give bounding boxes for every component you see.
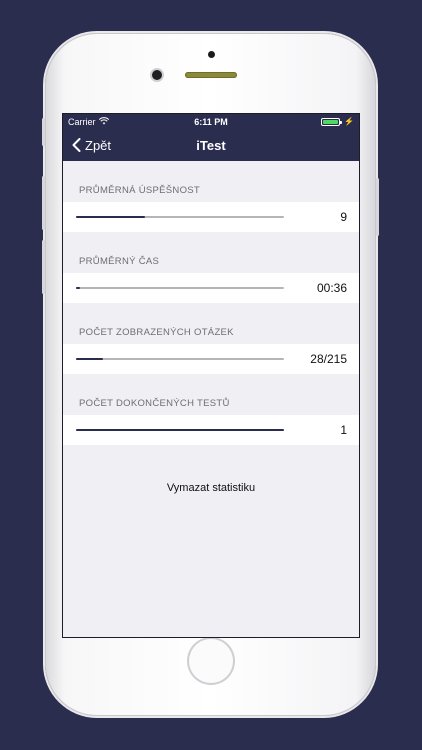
proximity-sensor (208, 51, 215, 58)
clear-statistics-button[interactable]: Vymazat statistiku (63, 482, 359, 494)
power-button (376, 178, 379, 236)
stat-value: 28/215 (310, 352, 347, 366)
section-header: POČET DOKONČENÝCH TESTŮ (79, 398, 230, 409)
progress-fill (76, 216, 145, 218)
stat-value: 9 (340, 210, 347, 224)
status-bar: Carrier 6:11 PM ⚡ (63, 114, 359, 129)
stat-row: 9 (63, 202, 359, 232)
stats-list: PRŮMĚRNÁ ÚSPĚŠNOST 9 PRŮMĚRNÝ ČAS 00:36 … (63, 161, 359, 445)
volume-up-button (42, 176, 45, 230)
stat-section: POČET ZOBRAZENÝCH OTÁZEK 28/215 (63, 303, 359, 374)
progress-fill (76, 358, 104, 360)
progress-bar (76, 216, 284, 218)
wifi-icon (98, 116, 109, 127)
stat-section: PRŮMĚRNÁ ÚSPĚŠNOST 9 (63, 161, 359, 232)
section-header: PRŮMĚRNÁ ÚSPĚŠNOST (79, 185, 201, 196)
progress-bar (76, 429, 284, 431)
battery-icon (321, 117, 343, 126)
progress-bar (76, 358, 284, 360)
front-camera (152, 70, 162, 80)
app-screen: Carrier 6:11 PM ⚡ Zpět iTest PRŮMĚRNÁ ÚS… (63, 114, 359, 637)
stat-row: 00:36 (63, 273, 359, 303)
stat-row: 28/215 (63, 344, 359, 374)
earpiece-speaker (185, 72, 237, 78)
section-header: PRŮMĚRNÝ ČAS (79, 256, 160, 267)
back-label: Zpět (85, 137, 112, 153)
chevron-left-icon (72, 138, 81, 152)
stat-section: PRŮMĚRNÝ ČAS 00:36 (63, 232, 359, 303)
home-button[interactable] (187, 637, 235, 685)
stat-value: 1 (340, 423, 347, 437)
stat-section: POČET DOKONČENÝCH TESTŮ 1 (63, 374, 359, 445)
stat-row: 1 (63, 415, 359, 445)
navigation-bar: Zpět iTest (63, 129, 359, 161)
volume-down-button (42, 240, 45, 294)
section-header: POČET ZOBRAZENÝCH OTÁZEK (79, 327, 234, 338)
mute-switch (42, 118, 45, 146)
progress-bar (76, 287, 284, 289)
carrier-label: Carrier (68, 116, 96, 127)
progress-fill (76, 287, 81, 289)
back-button[interactable]: Zpět (63, 138, 111, 153)
progress-fill (76, 429, 284, 431)
charging-icon: ⚡ (344, 117, 354, 126)
stat-value: 00:36 (316, 281, 347, 295)
